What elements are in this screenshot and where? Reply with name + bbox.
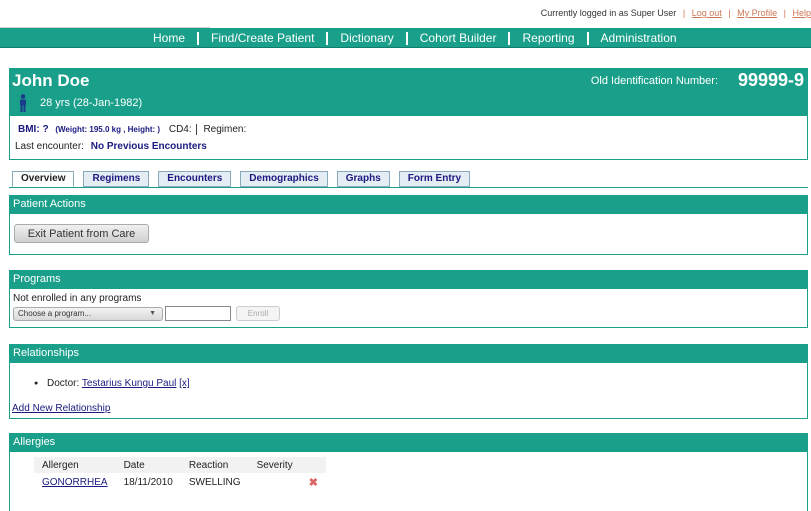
weight-height: (Weight: 195.0 kg , Height: )	[55, 125, 161, 134]
program-select[interactable]: Choose a program... ▼	[13, 307, 163, 321]
table-header-row: Allergen Date Reaction Severity	[34, 457, 326, 473]
divider: |	[728, 8, 731, 18]
last-encounter-value: No Previous Encounters	[90, 141, 207, 152]
logout-link[interactable]: Log out	[692, 8, 722, 18]
allergies-table: Allergen Date Reaction Severity GONORRHE…	[34, 457, 326, 492]
my-profile-link[interactable]: My Profile	[737, 8, 777, 18]
tab-form-entry[interactable]: Form Entry	[398, 171, 471, 187]
nav-find-create-patient[interactable]: Find/Create Patient	[199, 30, 326, 46]
doctor-label: Doctor:	[47, 378, 80, 389]
nav-dictionary[interactable]: Dictionary	[328, 30, 405, 46]
nav-reporting[interactable]: Reporting	[510, 30, 586, 46]
programs-title: Programs	[10, 271, 807, 289]
allergy-severity	[249, 473, 301, 492]
relationships-panel: Relationships ● Doctor: Testarius Kungu …	[9, 344, 808, 419]
user-bar: Currently logged in as Super User | Log …	[541, 8, 811, 18]
tab-regimens[interactable]: Regimens	[83, 171, 150, 187]
nav-cohort-builder[interactable]: Cohort Builder	[408, 30, 509, 46]
relationships-title: Relationships	[10, 345, 807, 363]
nav-home[interactable]: Home	[141, 30, 197, 46]
column-header: Date	[115, 457, 181, 473]
allergy-reaction: SWELLING	[188, 477, 241, 488]
patient-header: John Doe 28 yrs (28-Jan-1982) Old Identi…	[9, 68, 808, 116]
tab-underline	[9, 187, 808, 188]
patient-name: John Doe	[12, 71, 90, 90]
patient-tabs: Overview Regimens Encounters Demographic…	[12, 171, 479, 187]
old-id-value: 99999-9	[737, 70, 804, 90]
table-row: GONORRHEA 18/11/2010 SWELLING ✖	[34, 473, 326, 492]
enroll-button[interactable]: Enroll	[236, 306, 280, 321]
last-encounter-label: Last encounter:	[15, 141, 84, 152]
nav-administration[interactable]: Administration	[589, 30, 689, 46]
column-header: Severity	[248, 457, 301, 473]
allergen-link[interactable]: GONORRHEA	[42, 477, 108, 488]
tab-overview[interactable]: Overview	[12, 171, 75, 187]
cd4-label: CD4:	[168, 124, 197, 135]
tab-graphs[interactable]: Graphs	[336, 171, 390, 187]
main-nav: Home Find/Create Patient Dictionary Coho…	[0, 28, 811, 48]
program-select-value: Choose a program...	[18, 309, 91, 318]
help-link[interactable]: Help	[792, 8, 811, 18]
relationship-item: ● Doctor: Testarius Kungu Paul [x]	[34, 378, 190, 389]
logged-in-text: Currently logged in as Super User	[540, 8, 677, 18]
patient-actions-title: Patient Actions	[10, 196, 807, 214]
divider: |	[783, 8, 786, 18]
exit-patient-button[interactable]: Exit Patient from Care	[14, 224, 149, 243]
tab-encounters[interactable]: Encounters	[158, 171, 232, 187]
add-relationship-link[interactable]: Add New Relationship	[12, 403, 110, 414]
doctor-name-link[interactable]: Testarius Kungu Paul	[82, 378, 177, 389]
bmi-value: BMI: ?	[18, 124, 49, 135]
allergies-title: Allergies	[10, 434, 807, 452]
patient-summary: BMI: ? (Weight: 195.0 kg , Height: ) CD4…	[9, 116, 808, 160]
bullet-icon: ●	[34, 380, 39, 387]
allergy-date: 18/11/2010	[123, 477, 173, 488]
divider: |	[682, 8, 686, 18]
male-person-icon	[20, 94, 26, 112]
top-bar: Currently logged in as Super User | Log …	[0, 0, 811, 28]
column-header: Reaction	[180, 457, 249, 473]
regimen-label: Regimen:	[203, 124, 247, 135]
programs-panel: Programs Not enrolled in any programs Ch…	[9, 270, 808, 328]
not-enrolled-text: Not enrolled in any programs	[13, 293, 142, 304]
enroll-date-input[interactable]	[165, 306, 231, 321]
remove-relationship-link[interactable]: [x]	[179, 378, 190, 389]
allergies-panel: Allergies Allergen Date Reaction Severit…	[9, 433, 808, 511]
delete-icon[interactable]: ✖	[309, 477, 318, 489]
patient-age: 28 yrs (28-Jan-1982)	[40, 97, 143, 109]
patient-actions-panel: Patient Actions Exit Patient from Care	[9, 195, 808, 255]
column-header: Allergen	[34, 457, 116, 473]
tab-demographics[interactable]: Demographics	[240, 171, 328, 187]
logo-area	[0, 0, 210, 28]
old-id-label: Old Identification Number:	[590, 75, 718, 87]
dropdown-arrow-icon: ▼	[149, 310, 156, 317]
